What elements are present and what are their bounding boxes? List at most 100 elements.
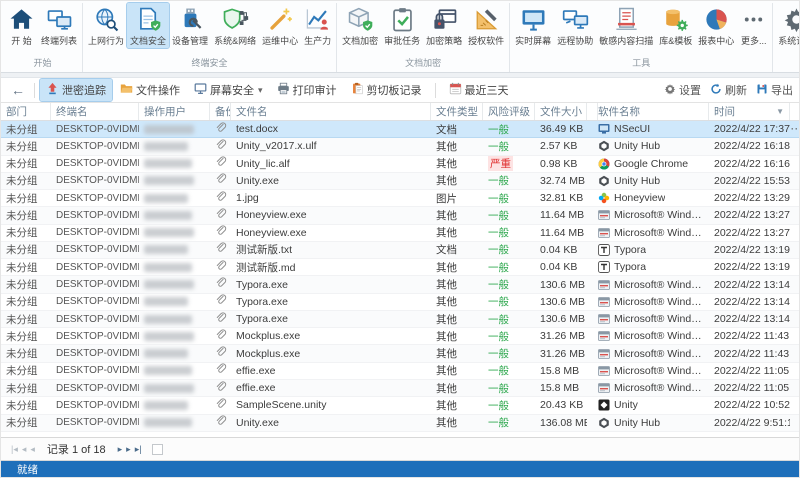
backup-cell[interactable] [210,276,231,292]
table-body: 未分组DESKTOP-0VIDMDJtest.docx文档一般36.49 KBN… [1,121,799,432]
column-header-blank-11[interactable] [790,103,799,120]
backup-cell[interactable] [210,225,231,241]
ribbon-button-审批任务[interactable]: 审批任务 [381,3,423,48]
paperclip-icon [215,363,227,378]
table-row[interactable]: 未分组 DESKTOP-0VIDMDJ Typora.exe 其他 一般 130.6 MB… [1,310,799,329]
filter-dropdown-icon[interactable]: ▼ [776,107,784,116]
table-header: 部门 终端名 操作用户 备份文件名 文件类型风险评级文件大小 软件名称 时间 ▼ [1,103,799,121]
row-risk-rating: 一般 [483,190,535,206]
column-header-终端名[interactable]: 终端名 [51,103,139,120]
table-row[interactable]: 未分组 DESKTOP-0VIDMDJ Unity.exe 其他 一般 136.08 MB… [1,414,799,432]
toolbar-item-打印审计[interactable]: 打印审计 [271,79,343,101]
backup-cell[interactable] [210,345,231,361]
pager-prev-button-0[interactable]: |◂ [9,443,20,455]
column-header-文件名[interactable]: 文件名 [231,103,431,120]
row-time: 2022/4/22 13:27:25 [714,209,790,222]
table-row[interactable]: 未分组 DESKTOP-0VIDMDJ effie.exe 其他 一般 15.8 MB Mi… [1,363,799,380]
toolbar-right-刷新[interactable]: 刷新 [710,82,747,98]
table-row[interactable]: 未分组 DESKTOP-0VIDMDJ 测试新版.md 其他 一般 0.04 KB Typo… [1,259,799,277]
table-row[interactable]: 未分组 DESKTOP-0VIDMDJ 1.jpg 图片 一般 32.81 KB Honey… [1,190,799,208]
backup-cell[interactable] [210,121,231,137]
back-button[interactable]: ← [7,82,29,98]
table-row[interactable]: 未分组 DESKTOP-0VIDMDJ Mockplus.exe 其他 一般 31.26 … [1,345,799,363]
ribbon-button-远程协助[interactable]: 远程协助 [554,3,596,48]
toolbar-item-屏幕安全[interactable]: 屏幕安全 ▾ [188,79,269,101]
column-header-部门[interactable]: 部门 [1,103,51,120]
backup-cell[interactable] [210,259,231,275]
ribbon-button-运维中心[interactable]: 运维中心 [259,3,301,48]
backup-cell[interactable] [210,380,231,396]
paperclip-icon [215,225,227,240]
row-time: 2022/4/22 13:14:06 [714,313,790,326]
ribbon-button-终端列表[interactable]: 终端列表 [38,3,80,48]
column-header-操作用户[interactable]: 操作用户 [139,103,210,120]
column-header-文件大小[interactable]: 文件大小 [535,103,587,120]
table-row[interactable]: 未分组 DESKTOP-0VIDMDJ Mockplus.exe 其他 一般 31.26 … [1,328,799,346]
column-header-label: 备份 [215,106,230,118]
ribbon-button-文档安全[interactable]: 文档安全 [126,2,171,49]
backup-cell[interactable] [210,156,231,172]
backup-cell[interactable] [210,328,231,344]
ribbon-button-实时屏幕[interactable]: 实时屏幕 [512,3,554,48]
pager-next-button-0[interactable]: ▸ [116,443,125,455]
ribbon-button-报表中心[interactable]: 报表中心 [695,3,737,48]
table-row[interactable]: 未分组 DESKTOP-0VIDMDJ effie.exe 其他 一般 15.8 MB Mi… [1,379,799,398]
backup-cell[interactable] [210,190,231,206]
row-actions-button [790,138,799,154]
ribbon-button-加密策略[interactable]: 加密策略 [423,3,465,48]
table-row[interactable]: 未分组 DESKTOP-0VIDMDJ test.docx 文档 一般 36.49 KB N… [1,121,799,139]
table-row[interactable]: 未分组 DESKTOP-0VIDMDJ 测试新版.txt 文档 一般 0.04 KB Typ… [1,241,799,260]
ribbon-button-设备管理[interactable]: 设备管理 [169,3,211,48]
table-row[interactable]: 未分组 DESKTOP-0VIDMDJ Typora.exe 其他 一般 130.6 MB… [1,276,799,294]
row-actions-button[interactable]: ··· [790,121,799,137]
backup-cell[interactable] [210,363,231,379]
table-row[interactable]: 未分组 DESKTOP-0VIDMDJ Honeyview.exe 其他 一般 11.64… [1,225,799,242]
chrome-icon [598,158,610,170]
toolbar-right-label: 刷新 [725,85,747,97]
toolbar-item-泄密追踪[interactable]: 泄密追踪 [39,78,113,102]
ribbon-button-更多-[interactable]: 更多... [737,3,770,48]
column-header-文件类型[interactable]: 文件类型 [431,103,483,120]
row-actions-button [790,156,799,172]
row-software-name: NSecUI [593,121,709,137]
table-row[interactable]: 未分组 DESKTOP-0VIDMDJ Unity_v2017.x.ulf 其他 一般 2… [1,138,799,156]
ribbon-button-生产力[interactable]: 生产力 [301,3,334,48]
column-header-备份[interactable]: 备份 [210,103,231,120]
ribbon-button-系统设置[interactable]: 系统设置 [775,3,799,48]
pager-next-button-2[interactable]: ▸| [133,443,144,455]
ribbon-button-上网行为[interactable]: 上网行为 [85,3,127,48]
pager-next-button-1[interactable]: ▸ [124,443,133,455]
backup-cell[interactable] [210,294,231,310]
column-header-风险评级[interactable]: 风险评级 [483,103,535,120]
table-row[interactable]: 未分组 DESKTOP-0VIDMDJ Unity.exe 其他 一般 32.74 MB U… [1,172,799,191]
ribbon-button-开-始[interactable]: 开 始 [5,3,38,48]
backup-cell[interactable] [210,311,231,327]
backup-cell[interactable] [210,207,231,223]
backup-cell[interactable] [210,242,231,258]
table-row[interactable]: 未分组 DESKTOP-0VIDMDJ Typora.exe 其他 一般 130.6 MB… [1,294,799,311]
toolbar-right-导出[interactable]: 导出 [756,82,793,98]
column-header-时间[interactable]: 时间 ▼ [709,103,790,120]
ribbon-button-系统-网络[interactable]: 系统&网络 [211,3,259,48]
toolbar-item-文件操作[interactable]: 文件操作 [114,79,186,101]
ribbon-button-文档加密[interactable]: 文档加密 [339,3,381,48]
toolbar-item-最近三天[interactable]: 最近三天 [443,79,515,101]
table-row[interactable]: 未分组 DESKTOP-0VIDMDJ SampleScene.unity 其他 一般 2… [1,397,799,415]
ribbon-button-敏感内容扫描[interactable]: 敏感内容扫描 [596,3,656,48]
table-row[interactable]: 未分组 DESKTOP-0VIDMDJ Unity_lic.alf 其他 严重 0.98 … [1,156,799,173]
row-operating-user [139,138,210,154]
column-header-软件名称[interactable]: 软件名称 [593,103,709,120]
table-row[interactable]: 未分组 DESKTOP-0VIDMDJ Honeyview.exe 其他 一般 11.64… [1,207,799,225]
pager-extra-button[interactable] [151,443,163,455]
backup-cell[interactable] [210,138,231,154]
row-operating-user [139,242,210,258]
toolbar-right-设置[interactable]: 设置 [664,82,701,98]
backup-cell[interactable] [210,173,231,189]
pager-prev-button-2[interactable]: ◂ [28,443,37,455]
ribbon-button-授权软件[interactable]: 授权软件 [465,3,507,48]
backup-cell[interactable] [210,397,231,413]
backup-cell[interactable] [210,415,231,431]
ribbon-button-库-模板[interactable]: 库&模板 [656,3,695,48]
risk-badge: 一般 [488,296,509,309]
toolbar-item-剪切板记录[interactable]: 剪切板记录 [345,79,428,101]
